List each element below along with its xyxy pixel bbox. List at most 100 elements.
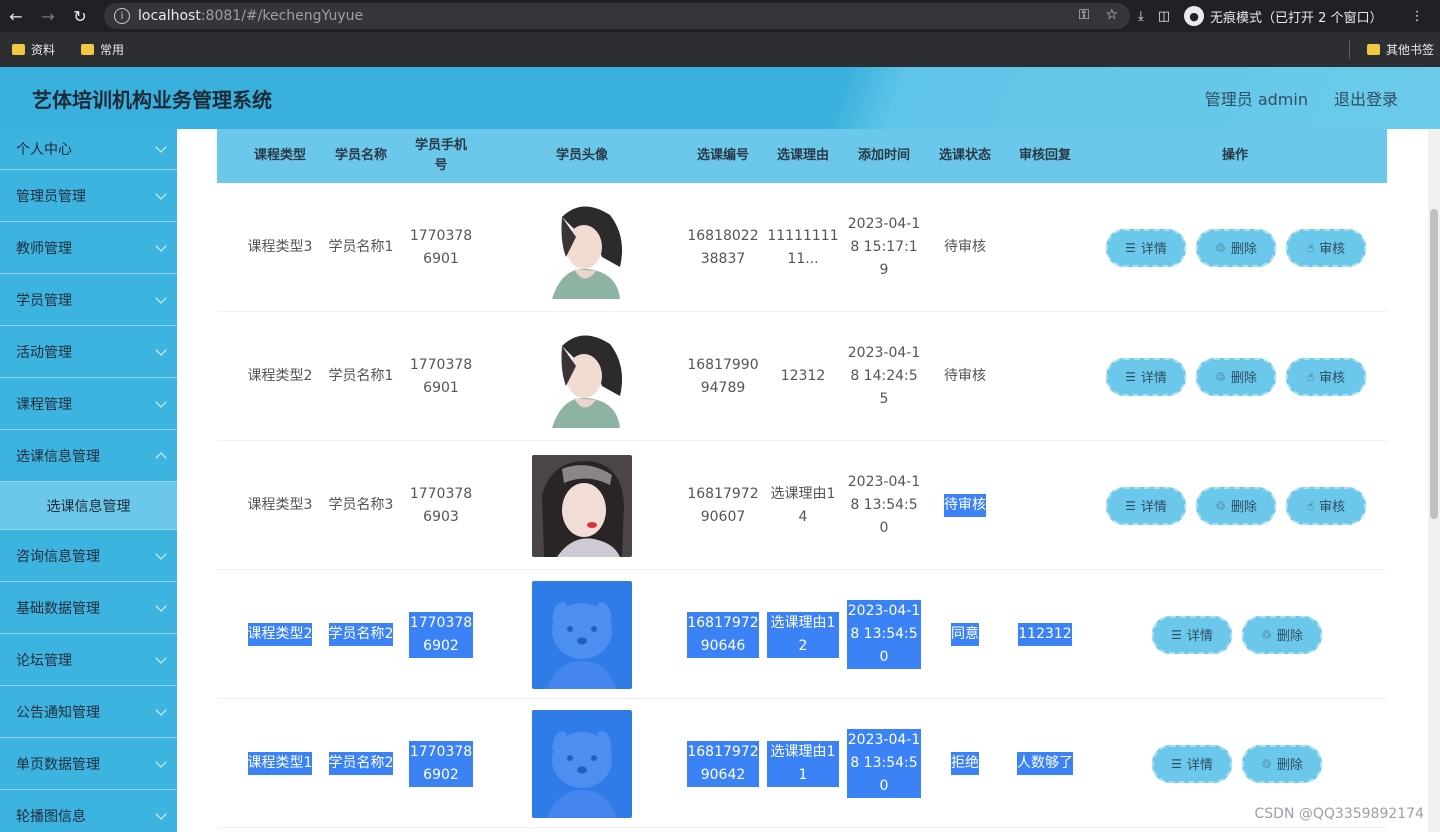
button-label: 详情 — [1186, 629, 1213, 644]
menu-icon[interactable]: ⋮ — [1411, 9, 1424, 24]
cell-reply: 人数够了 — [1005, 699, 1085, 828]
sidebar-subitem-enrollment[interactable]: 选课信息管理 — [0, 482, 177, 530]
download-icon[interactable]: ⤓ — [1138, 9, 1144, 24]
document-icon: ☰ — [1125, 240, 1136, 255]
cell-text: 112312 — [1018, 623, 1072, 646]
sidebar-item-courses[interactable]: 课程管理 — [0, 378, 177, 430]
scrollbar[interactable] — [1428, 129, 1440, 832]
delete-button[interactable]: ♲ 删除 — [1196, 357, 1276, 396]
col-code: 选课编号 — [696, 148, 749, 163]
url-path: :8081/#/kechengYuyue — [200, 8, 364, 24]
address-bar[interactable]: i localhost:8081/#/kechengYuyue ⚿ ☆ — [104, 3, 1130, 29]
hand-icon: ☝ — [1306, 498, 1315, 513]
sidebar: 个人中心 管理员管理 教师管理 学员管理 活动管理 课程管理 选课信息管理 选课… — [0, 129, 177, 832]
review-button[interactable]: ☝ 审核 — [1286, 228, 1366, 267]
sidebar-item-label: 选课信息管理 — [16, 448, 100, 465]
detail-button[interactable]: ☰ 详情 — [1106, 357, 1186, 396]
incognito-indicator[interactable]: ● 无痕模式（已打开 2 个窗口） — [1184, 6, 1383, 26]
chevron-down-icon — [155, 755, 167, 768]
cell-name: 学员名称1 — [321, 312, 401, 441]
cell-text: 17703786903 — [409, 485, 473, 525]
detail-button[interactable]: ☰ 详情 — [1106, 486, 1186, 525]
cell-code: 1681797290646 — [683, 570, 763, 699]
cell-text: 学员名称3 — [328, 497, 394, 513]
cell-status: 待审核 — [925, 441, 1005, 570]
cell-reply — [1005, 441, 1085, 570]
cell-phone: 17703786902 — [405, 699, 477, 828]
chevron-down-icon — [155, 807, 167, 820]
cell-avatar — [532, 699, 632, 828]
cell-reason: 选课理由11 — [763, 699, 843, 828]
cell-avatar — [532, 183, 632, 312]
button-label: 审核 — [1319, 242, 1346, 257]
col-avatar: 学员头像 — [555, 148, 608, 163]
cell-avatar — [532, 570, 632, 699]
chevron-down-icon — [155, 599, 167, 612]
chevron-down-icon — [155, 141, 167, 153]
delete-button[interactable]: ♲ 删除 — [1196, 486, 1276, 525]
delete-button[interactable]: ♲ 删除 — [1242, 615, 1322, 654]
table-row: 课程类型2 学员名称1 17703786901 1681799094789 12312 2… — [217, 312, 1387, 441]
sidebar-item-teachers[interactable]: 教师管理 — [0, 222, 177, 274]
hand-icon: ☝ — [1306, 369, 1315, 384]
sidebar-item-basedata[interactable]: 基础数据管理 — [0, 582, 177, 634]
star-icon[interactable]: ☆ — [1105, 7, 1118, 23]
review-button[interactable]: ☝ 审核 — [1286, 486, 1366, 525]
cell-text: 2023-04-18 15:17:19 — [847, 216, 921, 278]
bookmark-folder[interactable]: 资料 — [12, 41, 55, 58]
cell-time: 2023-04-18 13:54:50 — [843, 570, 925, 699]
sidebar-item-students[interactable]: 学员管理 — [0, 274, 177, 326]
enrollment-table: 课程类型 学员名称 学员手机号 学员头像 选课编号 选课理由 添加时间 选课状态… — [217, 129, 1387, 828]
row-actions: ☰ 详情 ♲ 删除 ☝ 审核 — [1106, 312, 1366, 441]
cell-code: 1681799094789 — [683, 312, 763, 441]
delete-button[interactable]: ♲ 删除 — [1242, 744, 1322, 783]
sidepanel-icon[interactable]: ◫ — [1158, 9, 1170, 24]
other-bookmarks[interactable]: 其他书签 — [1366, 41, 1434, 58]
sidebar-item-notices[interactable]: 公告通知管理 — [0, 686, 177, 738]
key-icon[interactable]: ⚿ — [1079, 7, 1090, 23]
cell-text: 1681802238837 — [687, 227, 759, 267]
cell-text: 17703786902 — [409, 611, 473, 658]
student-avatar — [532, 325, 632, 428]
reload-icon[interactable]: ↻ — [64, 0, 96, 32]
cell-text: 课程类型2 — [247, 623, 313, 646]
back-icon[interactable]: ← — [0, 0, 32, 32]
sidebar-item-consult[interactable]: 咨询信息管理 — [0, 530, 177, 582]
detail-button[interactable]: ☰ 详情 — [1152, 615, 1232, 654]
sidebar-item-profile[interactable]: 个人中心 — [0, 129, 177, 170]
sidebar-item-pages[interactable]: 单页数据管理 — [0, 738, 177, 790]
cell-code: 1681797290607 — [683, 441, 763, 570]
detail-button[interactable]: ☰ 详情 — [1152, 744, 1232, 783]
sidebar-item-label: 活动管理 — [16, 344, 72, 361]
chevron-down-icon — [155, 651, 167, 664]
cell-phone: 17703786902 — [405, 570, 477, 699]
scrollbar-thumb[interactable] — [1430, 209, 1438, 519]
cell-reason: 选课理由12 — [763, 570, 843, 699]
student-avatar — [532, 454, 632, 557]
logout-link[interactable]: 退出登录 — [1334, 86, 1398, 110]
sidebar-item-label: 个人中心 — [16, 142, 72, 158]
cell-time: 2023-04-18 14:24:55 — [843, 312, 925, 441]
site-info-icon[interactable]: i — [114, 8, 130, 24]
cell-reply: 112312 — [1005, 570, 1085, 699]
col-name: 学员名称 — [334, 148, 387, 163]
sidebar-item-carousel[interactable]: 轮播图信息 — [0, 790, 177, 832]
sidebar-item-forum[interactable]: 论坛管理 — [0, 634, 177, 686]
sidebar-item-admins[interactable]: 管理员管理 — [0, 170, 177, 222]
review-button[interactable]: ☝ 审核 — [1286, 357, 1366, 396]
sidebar-item-activities[interactable]: 活动管理 — [0, 326, 177, 378]
trash-icon: ♲ — [1215, 498, 1226, 513]
button-label: 审核 — [1319, 371, 1346, 386]
col-phone: 学员手机号 — [414, 138, 467, 173]
table-header: 课程类型 学员名称 学员手机号 学员头像 选课编号 选课理由 添加时间 选课状态… — [217, 129, 1387, 183]
cell-text: 1681797290607 — [687, 485, 759, 525]
cell-phone: 17703786903 — [405, 441, 477, 570]
detail-button[interactable]: ☰ 详情 — [1106, 228, 1186, 267]
sidebar-item-enrollment[interactable]: 选课信息管理 — [0, 430, 177, 482]
delete-button[interactable]: ♲ 删除 — [1196, 228, 1276, 267]
cell-text: 课程类型1 — [247, 752, 313, 775]
button-label: 详情 — [1140, 500, 1167, 515]
cell-text: 学员名称1 — [328, 368, 394, 384]
bookmark-folder[interactable]: 常用 — [81, 41, 124, 58]
forward-icon[interactable]: → — [32, 0, 64, 32]
